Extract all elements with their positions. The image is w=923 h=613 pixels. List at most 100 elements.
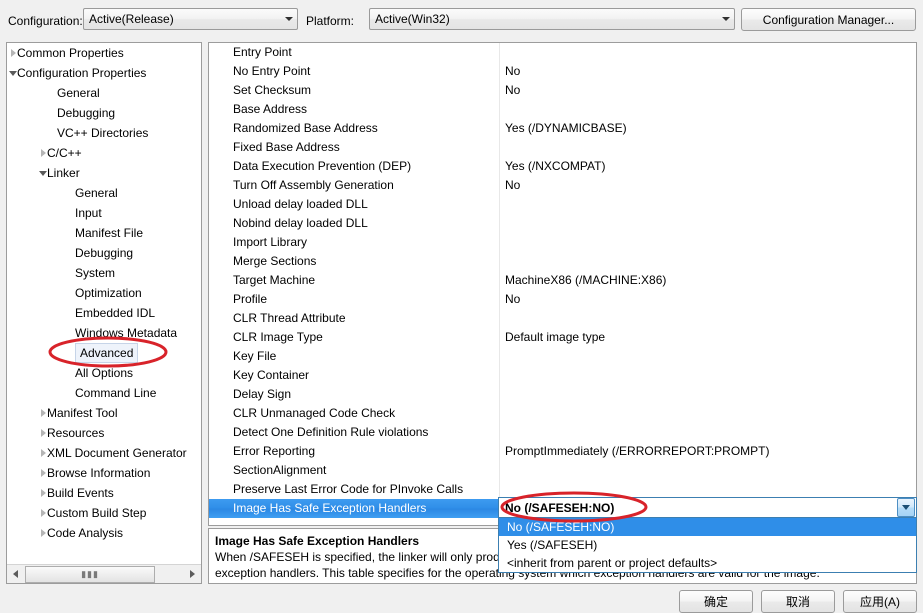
cancel-button[interactable]: 取消 xyxy=(761,590,835,613)
configuration-combo[interactable]: Active(Release) xyxy=(83,8,298,30)
property-value[interactable]: No xyxy=(505,290,914,309)
tree-item-resources[interactable]: Resources xyxy=(7,423,201,443)
scroll-track[interactable]: ▮▮▮ xyxy=(24,565,184,583)
property-value[interactable] xyxy=(505,138,914,157)
property-grid[interactable]: Entry Point No Entry Point No Set Checksum N… xyxy=(209,43,916,518)
property-row[interactable]: SectionAlignment xyxy=(209,461,916,480)
property-value[interactable] xyxy=(505,309,914,328)
tree-item-general[interactable]: General xyxy=(7,183,201,203)
property-row[interactable]: Import Library xyxy=(209,233,916,252)
chevron-down-icon[interactable] xyxy=(280,9,297,29)
property-value[interactable] xyxy=(505,385,914,404)
column-divider xyxy=(499,157,500,176)
property-value[interactable] xyxy=(505,404,914,423)
scroll-thumb[interactable]: ▮▮▮ xyxy=(25,565,155,583)
property-row[interactable]: Turn Off Assembly Generation No xyxy=(209,176,916,195)
property-value[interactable] xyxy=(505,347,914,366)
column-divider xyxy=(499,119,500,138)
column-divider xyxy=(499,100,500,119)
property-value[interactable] xyxy=(505,366,914,385)
chevron-down-icon[interactable] xyxy=(717,9,734,29)
property-value[interactable] xyxy=(505,43,914,62)
property-row[interactable]: Profile No xyxy=(209,290,916,309)
property-value[interactable]: PromptImmediately (/ERRORREPORT:PROMPT) xyxy=(505,442,914,461)
apply-button[interactable]: 应用(A) xyxy=(843,590,917,613)
property-row[interactable]: Detect One Definition Rule violations xyxy=(209,423,916,442)
property-value[interactable]: Yes (/DYNAMICBASE) xyxy=(505,119,914,138)
property-row[interactable]: CLR Thread Attribute xyxy=(209,309,916,328)
tree-item-browse-information[interactable]: Browse Information xyxy=(7,463,201,483)
tree-item-manifest-file[interactable]: Manifest File xyxy=(7,223,201,243)
property-row[interactable]: Unload delay loaded DLL xyxy=(209,195,916,214)
property-row[interactable]: Entry Point xyxy=(209,43,916,62)
tree-item-build-events[interactable]: Build Events xyxy=(7,483,201,503)
property-value[interactable]: MachineX86 (/MACHINE:X86) xyxy=(505,271,914,290)
property-row[interactable]: Key File xyxy=(209,347,916,366)
property-row[interactable]: Key Container xyxy=(209,366,916,385)
property-row[interactable]: Fixed Base Address xyxy=(209,138,916,157)
tree-item-label: Custom Build Step xyxy=(47,506,147,520)
property-value[interactable] xyxy=(505,252,914,271)
property-row[interactable]: Target Machine MachineX86 (/MACHINE:X86) xyxy=(209,271,916,290)
property-value[interactable]: Default image type xyxy=(505,328,914,347)
property-value[interactable] xyxy=(505,233,914,252)
property-row[interactable]: Delay Sign xyxy=(209,385,916,404)
tree-item-code-analysis[interactable]: Code Analysis xyxy=(7,523,201,543)
property-row[interactable]: No Entry Point No xyxy=(209,62,916,81)
tree-item-embedded-idl[interactable]: Embedded IDL xyxy=(7,303,201,323)
property-row[interactable]: CLR Image Type Default image type xyxy=(209,328,916,347)
tree-item-windows-metadata[interactable]: Windows Metadata xyxy=(7,323,201,343)
tree-item-vc-directories[interactable]: VC++ Directories xyxy=(7,123,201,143)
tree-item-all-options[interactable]: All Options xyxy=(7,363,201,383)
dropdown-option[interactable]: No (/SAFESEH:NO) xyxy=(499,518,916,536)
properties-tree[interactable]: Common Properties Configuration Propertie… xyxy=(7,43,201,564)
tree-item-command-line[interactable]: Command Line xyxy=(7,383,201,403)
tree-item-label: Windows Metadata xyxy=(75,326,178,340)
dropdown-option[interactable]: <inherit from parent or project defaults… xyxy=(499,554,916,572)
property-row[interactable]: Error Reporting PromptImmediately (/ERROR… xyxy=(209,442,916,461)
property-row[interactable]: Set Checksum No xyxy=(209,81,916,100)
property-value[interactable] xyxy=(505,214,914,233)
property-value[interactable]: No xyxy=(505,176,914,195)
property-row[interactable]: Merge Sections xyxy=(209,252,916,271)
scroll-left-arrow-icon[interactable] xyxy=(7,565,24,583)
property-row[interactable]: CLR Unmanaged Code Check xyxy=(209,404,916,423)
property-value[interactable] xyxy=(505,423,914,442)
property-value[interactable] xyxy=(505,195,914,214)
tree-item-label: General xyxy=(75,186,118,200)
tree-item-configuration-properties[interactable]: Configuration Properties xyxy=(7,63,201,83)
tree-item-general[interactable]: General xyxy=(7,83,201,103)
safeseh-dropdown-list[interactable]: No (/SAFESEH:NO) Yes (/SAFESEH) <inherit f… xyxy=(498,518,917,573)
tree-item-common-properties[interactable]: Common Properties xyxy=(7,43,201,63)
tree-item-system[interactable]: System xyxy=(7,263,201,283)
tree-horizontal-scrollbar[interactable]: ▮▮▮ xyxy=(7,564,201,583)
configuration-manager-button[interactable]: Configuration Manager... xyxy=(741,8,916,31)
chevron-down-icon[interactable] xyxy=(897,498,915,517)
property-value[interactable] xyxy=(505,461,914,480)
property-value[interactable]: No xyxy=(505,62,914,81)
tree-item-label: Debugging xyxy=(75,246,134,260)
safeseh-value-editor[interactable]: No (/SAFESEH:NO) xyxy=(498,497,917,518)
tree-item-debugging[interactable]: Debugging xyxy=(7,103,201,123)
tree-item-label: Linker xyxy=(47,166,80,180)
ok-button[interactable]: 确定 xyxy=(679,590,753,613)
tree-item-advanced[interactable]: Advanced xyxy=(7,343,201,363)
property-value[interactable]: Yes (/NXCOMPAT) xyxy=(505,157,914,176)
tree-item-c-c[interactable]: C/C++ xyxy=(7,143,201,163)
tree-item-debugging[interactable]: Debugging xyxy=(7,243,201,263)
scroll-right-arrow-icon[interactable] xyxy=(184,565,201,583)
tree-item-linker[interactable]: Linker xyxy=(7,163,201,183)
property-row[interactable]: Randomized Base Address Yes (/DYNAMICBASE… xyxy=(209,119,916,138)
tree-item-optimization[interactable]: Optimization xyxy=(7,283,201,303)
property-value[interactable]: No xyxy=(505,81,914,100)
tree-item-xml-document-generator[interactable]: XML Document Generator xyxy=(7,443,201,463)
tree-item-custom-build-step[interactable]: Custom Build Step xyxy=(7,503,201,523)
property-value[interactable] xyxy=(505,100,914,119)
property-row[interactable]: Nobind delay loaded DLL xyxy=(209,214,916,233)
property-row[interactable]: Base Address xyxy=(209,100,916,119)
tree-item-manifest-tool[interactable]: Manifest Tool xyxy=(7,403,201,423)
dropdown-option[interactable]: Yes (/SAFESEH) xyxy=(499,536,916,554)
platform-combo[interactable]: Active(Win32) xyxy=(369,8,735,30)
tree-item-input[interactable]: Input xyxy=(7,203,201,223)
property-row[interactable]: Data Execution Prevention (DEP) Yes (/NXC… xyxy=(209,157,916,176)
